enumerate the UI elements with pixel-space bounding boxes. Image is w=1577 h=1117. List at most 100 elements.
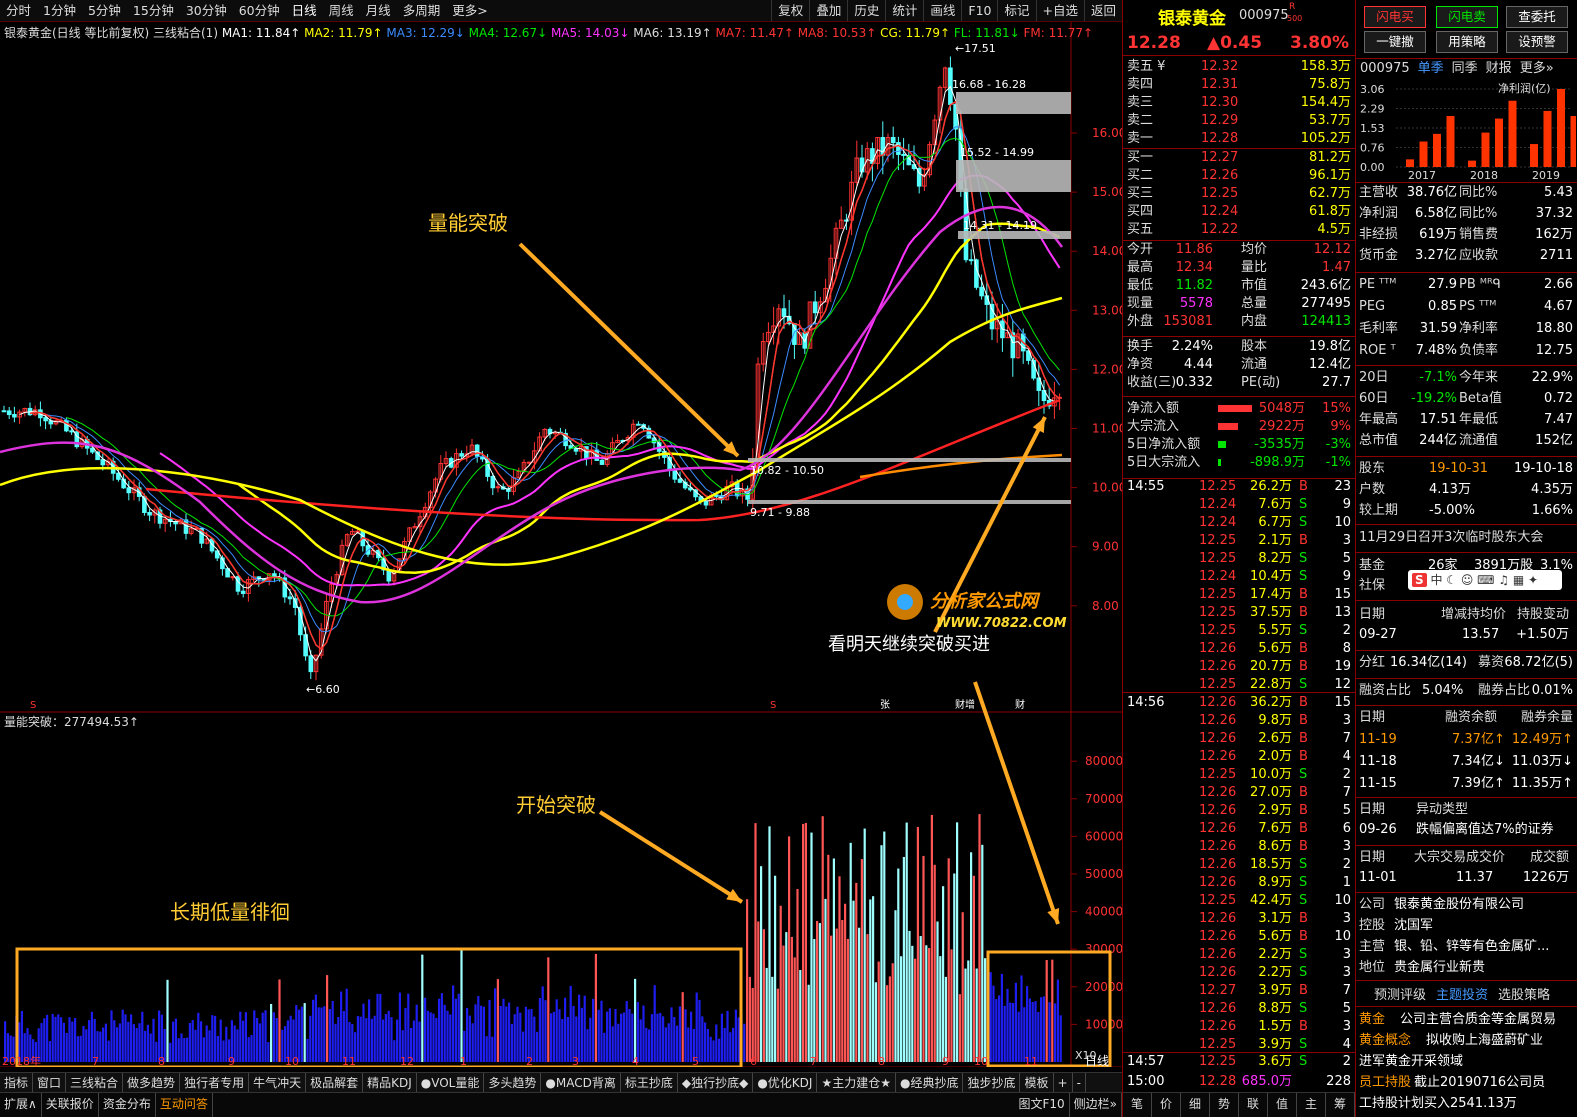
- volume-bar: [659, 1012, 662, 1062]
- cell: B: [1299, 803, 1308, 818]
- toolbar-button-1[interactable]: 叠加: [809, 0, 847, 21]
- quote-tab-2[interactable]: 细: [1181, 1093, 1210, 1117]
- f10-tab2-1[interactable]: 主题投资: [1436, 984, 1488, 1004]
- f10-tab-0[interactable]: 000975: [1360, 59, 1410, 78]
- bottom-tab-1[interactable]: 关联报价: [42, 1093, 99, 1117]
- volume-bar: [956, 822, 959, 1062]
- bottom-tab-2[interactable]: 资金分布: [99, 1093, 156, 1117]
- bottom-tab-0[interactable]: 扩展∧: [0, 1093, 42, 1117]
- tick-row: 12.25 37.5万 B 13: [1123, 604, 1355, 622]
- ask-price: 12.28: [1201, 131, 1239, 146]
- margin-row: 11-15 7.39亿↑ 11.35万↑: [1356, 775, 1577, 793]
- indicator-tab-7[interactable]: 精品KDJ: [363, 1073, 417, 1092]
- period-tab-3[interactable]: 15分钟: [127, 0, 180, 21]
- quote-tab-1[interactable]: 价: [1152, 1093, 1181, 1117]
- period-tab-5[interactable]: 60分钟: [233, 0, 286, 21]
- f10-button-1[interactable]: 闪电卖: [1436, 6, 1498, 28]
- event-marker[interactable]: 张: [880, 699, 890, 711]
- indicator-tab-17[interactable]: 模板: [1020, 1073, 1054, 1092]
- indicator-tab-9[interactable]: 多头趋势: [484, 1073, 542, 1092]
- toolbar-button-8[interactable]: 返回: [1083, 0, 1122, 21]
- indicator-tab-18[interactable]: +: [1054, 1073, 1073, 1092]
- cell: 10.4万: [1250, 569, 1292, 584]
- indicator-tab-6[interactable]: 极品解套: [306, 1073, 364, 1092]
- quote-tab-0[interactable]: 笔: [1123, 1093, 1152, 1117]
- annotation-low-volume: 长期低量徘徊: [170, 900, 290, 924]
- f10-tab2-2[interactable]: 选股策略: [1498, 984, 1550, 1004]
- period-tab-6[interactable]: 日线: [286, 0, 323, 21]
- high-label: ←17.51: [955, 42, 996, 55]
- cell: B: [1299, 659, 1308, 674]
- period-tab-10[interactable]: 更多>: [446, 0, 493, 21]
- indicator-tab-14[interactable]: ★主力建仓★: [817, 1073, 896, 1092]
- bottom-right-tab-1[interactable]: 侧边栏»: [1070, 1093, 1122, 1117]
- f10-tab-1[interactable]: 单季: [1418, 59, 1444, 78]
- event-marker[interactable]: S: [30, 700, 36, 711]
- bottom-right-tab-0[interactable]: 图文F10: [1014, 1093, 1070, 1117]
- indicator-tab-4[interactable]: 独行者专用: [180, 1073, 250, 1092]
- indicator-tab-0[interactable]: 指标: [0, 1073, 34, 1092]
- period-tab-2[interactable]: 5分钟: [82, 0, 127, 21]
- f10-tab-4[interactable]: 更多»: [1520, 59, 1554, 78]
- low-label: ←6.60: [306, 683, 340, 696]
- indicator-tab-2[interactable]: 三线粘合: [66, 1073, 124, 1092]
- f10-button-2[interactable]: 查委托: [1506, 6, 1568, 28]
- indicator-tab-5[interactable]: 牛气冲天: [249, 1073, 307, 1092]
- toolbar-button-7[interactable]: +自选: [1035, 0, 1084, 21]
- toolbar-button-6[interactable]: 标记: [997, 0, 1035, 21]
- quote-tab-6[interactable]: 主: [1297, 1093, 1326, 1117]
- period-tab-7[interactable]: 周线: [323, 0, 360, 21]
- toolbar-button-2[interactable]: 历史: [847, 0, 885, 21]
- f10-tab-3[interactable]: 财报: [1486, 59, 1512, 78]
- watermark: 分析家公式网 WWW.70822.COM: [887, 584, 1067, 631]
- indicator-tab-19[interactable]: -: [1073, 1073, 1086, 1092]
- toolbar-button-4[interactable]: 画线: [923, 0, 961, 21]
- toolbar-button-5[interactable]: F10: [961, 0, 997, 21]
- period-tab-0[interactable]: 分时: [0, 0, 37, 21]
- period-tab-1[interactable]: 1分钟: [37, 0, 82, 21]
- f10-button-5[interactable]: 设预警: [1506, 31, 1568, 53]
- quote-tab-5[interactable]: 值: [1268, 1093, 1297, 1117]
- price-zone: [956, 160, 1071, 192]
- toolbar-button-3[interactable]: 统计: [885, 0, 923, 21]
- kline-chart[interactable]: 银泰黄金(日线 等比前复权) 三线粘合(1) MA1: 11.84↑ MA2: …: [0, 22, 1122, 1067]
- bottom-tab-3[interactable]: 互动问答: [156, 1093, 213, 1117]
- period-tab-4[interactable]: 30分钟: [180, 0, 233, 21]
- f10-tab2-0[interactable]: 预测评级: [1374, 984, 1426, 1004]
- quote-tab-3[interactable]: 势: [1210, 1093, 1239, 1117]
- f10-button-0[interactable]: 闪电买: [1364, 6, 1426, 28]
- indicator-tab-1[interactable]: 窗口: [33, 1073, 67, 1092]
- indicator-tab-15[interactable]: ●经典抄底: [896, 1073, 964, 1092]
- event-marker[interactable]: S: [770, 700, 776, 711]
- volume-bar: [250, 1035, 253, 1062]
- period-tab-9[interactable]: 多周期: [397, 0, 447, 21]
- tick-row: 12.26 5.6万 B 8: [1123, 640, 1355, 658]
- indicator-tab-12[interactable]: ◆独行抄底◆: [678, 1073, 754, 1092]
- indicator-tab-16[interactable]: 独步抄底: [963, 1073, 1021, 1092]
- period-toolbar: 分时 1分钟 5分钟 15分钟 30分钟 60分钟 日线 周线 月线 多周期 更多> 复权 叠加 历史 统计…: [0, 0, 1122, 22]
- event-marker[interactable]: 财增: [955, 698, 975, 711]
- period-tab-8[interactable]: 月线: [360, 0, 397, 21]
- f10-button-3[interactable]: 一键撤: [1364, 31, 1426, 53]
- cell: 0.72: [1544, 391, 1573, 406]
- cell: B: [1299, 785, 1308, 800]
- f10-button-4[interactable]: 用策略: [1436, 31, 1498, 53]
- indicator-tab-3[interactable]: 做多趋势: [123, 1073, 181, 1092]
- indicator-tab-8[interactable]: ●VOL量能: [417, 1073, 485, 1092]
- tick-row: 12.25 42.4万 S 10: [1123, 892, 1355, 910]
- quote-tab-7[interactable]: 筹: [1326, 1093, 1355, 1117]
- company-row: 主营 银、铅、锌等有色金属矿...: [1356, 938, 1577, 956]
- indicator-tab-10[interactable]: ●MACD背离: [541, 1073, 621, 1092]
- cell: 12.26: [1199, 749, 1237, 764]
- ime-toolbar[interactable]: S 中 ☾ ☺ ⌨ ♫ ▦ ✦: [1408, 570, 1562, 590]
- cell: 11.37: [1456, 870, 1494, 885]
- volume-bar: [718, 1038, 721, 1062]
- quote-tab-4[interactable]: 联: [1239, 1093, 1268, 1117]
- toolbar-button-0[interactable]: 复权: [771, 0, 809, 21]
- indicator-tab-13[interactable]: ●优化KDJ: [753, 1073, 818, 1092]
- f10-tab-2[interactable]: 同季: [1452, 59, 1478, 78]
- indicator-tab-11[interactable]: 标王抄底: [621, 1073, 678, 1092]
- event-marker[interactable]: 财: [1015, 698, 1025, 711]
- candle-body: [1, 410, 7, 413]
